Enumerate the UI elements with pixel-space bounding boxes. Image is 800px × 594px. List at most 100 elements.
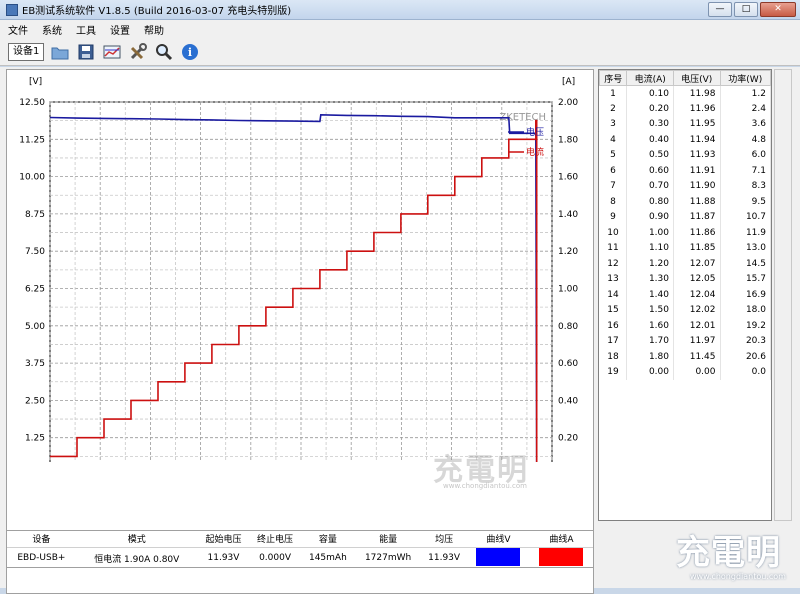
- table-row[interactable]: 10 1.00 11.86 11.9: [599, 225, 771, 241]
- curve-v-swatch[interactable]: [476, 547, 521, 566]
- table-row[interactable]: 11 1.10 11.85 13.0: [599, 240, 771, 256]
- summary-header-5: 能量: [354, 531, 422, 548]
- table-row[interactable]: 4 0.40 11.94 4.8: [599, 132, 771, 148]
- legend-label: 电压: [526, 126, 544, 138]
- table-cell: 14.5: [720, 256, 771, 272]
- window-controls: — □ ✕: [708, 2, 796, 17]
- folder-icon[interactable]: [50, 42, 70, 62]
- info-icon[interactable]: i: [180, 42, 200, 62]
- table-cell: 5: [599, 147, 628, 163]
- table-cell: 13: [599, 271, 628, 287]
- device-selector-button[interactable]: 设备1: [8, 43, 45, 61]
- table-row[interactable]: 2 0.20 11.96 2.4: [599, 101, 771, 117]
- table-row[interactable]: 18 1.80 11.45 20.6: [599, 349, 771, 365]
- corner-watermark-url: www.chongdiantou.com: [690, 572, 786, 581]
- table-cell: 0.10: [626, 85, 674, 101]
- table-row[interactable]: 19 0.00 0.00 0.0: [599, 364, 771, 380]
- menu-file[interactable]: 文件: [8, 22, 28, 37]
- table-header-row: 序号 电流(A) 电压(V) 功率(W): [599, 70, 771, 86]
- table-cell: 0.80: [626, 194, 674, 210]
- menu-tools[interactable]: 工具: [76, 22, 96, 37]
- y-left-tick-label: 12.50: [19, 98, 45, 108]
- chart-icon[interactable]: [102, 42, 122, 62]
- table-header-2[interactable]: 电压(V): [672, 70, 721, 86]
- y-right-tick-label: 0.80: [558, 322, 578, 332]
- chart-watermark-url: www.chongdiantou.com: [443, 482, 527, 490]
- table-row[interactable]: 17 1.70 11.97 20.3: [599, 333, 771, 349]
- table-row[interactable]: 12 1.20 12.07 14.5: [599, 256, 771, 272]
- summary-header-8: 曲线A: [529, 531, 593, 548]
- table-cell: 11.97: [673, 333, 721, 349]
- table-cell: 12.01: [673, 318, 721, 334]
- table-cell: 0.60: [626, 163, 674, 179]
- table-cell: 1.60: [626, 318, 674, 334]
- table-cell: 7.1: [720, 163, 771, 179]
- y-left-axis-label: [V]: [29, 77, 42, 87]
- table-cell: 1.40: [626, 287, 674, 303]
- table-cell: 4.8: [720, 132, 771, 148]
- table-cell: 3: [599, 116, 628, 132]
- table-cell: 11.93: [673, 147, 721, 163]
- table-cell: 2.4: [720, 101, 771, 117]
- table-cell: 12.05: [673, 271, 721, 287]
- table-row[interactable]: 8 0.80 11.88 9.5: [599, 194, 771, 210]
- data-table: 序号 电流(A) 电压(V) 功率(W) 1 0.10 11.98 1.2 2 0.20 11.9…: [599, 70, 771, 380]
- table-cell: 6.0: [720, 147, 771, 163]
- y-right-tick-label: 2.00: [558, 98, 578, 108]
- save-icon[interactable]: [76, 42, 96, 62]
- table-row[interactable]: 14 1.40 12.04 16.9: [599, 287, 771, 303]
- y-right-tick-label: 0.60: [558, 359, 578, 369]
- maximize-button[interactable]: □: [734, 2, 758, 17]
- table-row[interactable]: 3 0.30 11.95 3.6: [599, 116, 771, 132]
- table-header-1[interactable]: 电流(A): [626, 70, 674, 86]
- menu-system[interactable]: 系统: [42, 22, 62, 37]
- close-button[interactable]: ✕: [760, 2, 796, 17]
- y-left-tick-label: 5.00: [25, 322, 45, 332]
- table-cell: 12: [599, 256, 628, 272]
- table-row[interactable]: 1 0.10 11.98 1.2: [599, 85, 771, 101]
- table-row[interactable]: 15 1.50 12.02 18.0: [599, 302, 771, 318]
- table-cell: 11.94: [673, 132, 721, 148]
- curve-v-swatch-cell: [467, 547, 530, 569]
- table-cell: 18.0: [720, 302, 771, 318]
- table-row[interactable]: 13 1.30 12.05 15.7: [599, 271, 771, 287]
- table-row[interactable]: 9 0.90 11.87 10.7: [599, 209, 771, 225]
- table-body: 1 0.10 11.98 1.2 2 0.20 11.96 2.4 3 0.30 11.95 3.6 4…: [599, 85, 771, 380]
- y-left-tick-label: 8.75: [25, 210, 45, 220]
- table-cell: 0.50: [626, 147, 674, 163]
- summary-value-6: 11.93V: [428, 553, 461, 563]
- table-cell: 1.50: [626, 302, 674, 318]
- main-area: 12.50 11.25 10.00 8.75 7.50 6.25 5.00 3.75 2.50 1…: [0, 67, 800, 594]
- y-right-axis-label: [A]: [562, 77, 575, 87]
- table-cell: 0.20: [626, 101, 674, 117]
- summary-header-6: 均压: [421, 531, 467, 548]
- curve-a-swatch[interactable]: [539, 547, 584, 566]
- table-cell: 17: [599, 333, 628, 349]
- table-row[interactable]: 6 0.60 11.91 7.1: [599, 163, 771, 179]
- table-header-0[interactable]: 序号: [599, 70, 628, 86]
- table-scrollbar[interactable]: [774, 69, 792, 521]
- y-right-tick-label: 1.00: [558, 285, 578, 295]
- table-cell: 1: [599, 85, 628, 101]
- table-row[interactable]: 5 0.50 11.93 6.0: [599, 147, 771, 163]
- svg-text:i: i: [188, 46, 192, 59]
- table-cell: 12.02: [673, 302, 721, 318]
- summary-panel: 设备 模式 起始电压 终止电压 容量 能量 均压 曲线V 曲线A EBD-USB+ 恒电流 1.9…: [6, 530, 594, 568]
- summary-value-row: EBD-USB+ 恒电流 1.90A 0.80V 11.93V 0.000V 145mA…: [7, 547, 593, 569]
- summary-header-3: 终止电压: [249, 531, 301, 548]
- menu-help[interactable]: 帮助: [144, 22, 164, 37]
- search-icon[interactable]: [154, 42, 174, 62]
- table-header-3[interactable]: 功率(W): [719, 70, 771, 86]
- minimize-button[interactable]: —: [708, 2, 732, 17]
- table-cell: 11.90: [673, 178, 721, 194]
- table-cell: 1.20: [626, 256, 674, 272]
- table-row[interactable]: 16 1.60 12.01 19.2: [599, 318, 771, 334]
- tools-icon[interactable]: [128, 42, 148, 62]
- table-row[interactable]: 7 0.70 11.90 8.3: [599, 178, 771, 194]
- menu-settings[interactable]: 设置: [110, 22, 130, 37]
- table-cell: 16: [599, 318, 628, 334]
- table-cell: 12.04: [673, 287, 721, 303]
- table-cell: 1.70: [626, 333, 674, 349]
- table-cell: 9.5: [720, 194, 771, 210]
- table-cell: 11: [599, 240, 628, 256]
